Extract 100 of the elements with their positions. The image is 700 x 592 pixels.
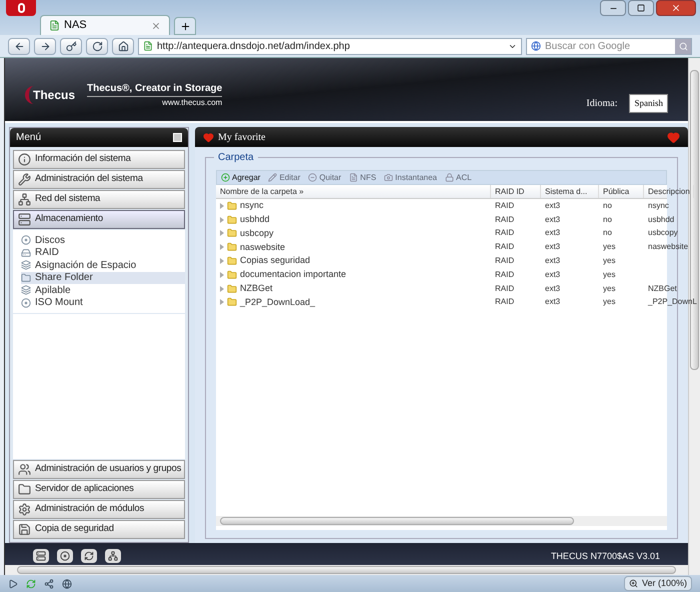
share-icon[interactable] — [44, 578, 54, 588]
browser-logo[interactable] — [6, 0, 36, 16]
maximize-icon — [637, 4, 645, 12]
toolbar-icon — [221, 173, 230, 182]
menu-item-icon — [21, 298, 31, 308]
nav-button[interactable] — [60, 38, 82, 54]
menu-item[interactable]: RAID — [21, 246, 185, 259]
zoom-button[interactable]: Ver (100%) — [624, 576, 692, 592]
search-field[interactable]: Buscar con Google — [526, 38, 692, 54]
table-cell-text: nsync — [240, 199, 264, 212]
close-button[interactable] — [656, 0, 696, 16]
table-cell-text: Copias seguridad — [240, 254, 310, 268]
toolbar-icon — [349, 173, 358, 182]
section-icon — [18, 153, 31, 166]
menu-item-label: Share Folder — [35, 271, 93, 286]
nav-button[interactable] — [34, 38, 56, 54]
dock-glyph-icon — [60, 551, 70, 561]
search-icon — [678, 42, 688, 50]
browser-tab[interactable]: NAS — [40, 15, 170, 35]
column-header[interactable]: RAID ID — [491, 185, 541, 198]
menu-item-icon — [21, 285, 31, 296]
column-header[interactable]: Sistema d... — [541, 185, 599, 198]
dock-icon[interactable] — [81, 549, 97, 563]
new-tab-button[interactable] — [174, 17, 196, 35]
table-cell: ext3 — [545, 227, 560, 240]
toolbar-icon — [308, 173, 318, 182]
table-cell: yes — [603, 241, 616, 254]
globe-icon[interactable] — [62, 578, 72, 588]
menu-item-label: RAID — [35, 246, 59, 260]
menu-item[interactable]: Share Folder — [21, 272, 185, 284]
address-field[interactable]: http://antequera.dnsdojo.net/adm/index.php — [138, 38, 522, 54]
menu-item[interactable]: Discos — [21, 234, 185, 246]
model-version: THECUS N7700$AS V3.01 — [550, 550, 660, 562]
table-cell: ext3 — [545, 241, 560, 254]
table-cell-text: usbhdd — [240, 212, 270, 226]
language-select[interactable]: Spanish — [629, 94, 668, 113]
folder-icon — [227, 256, 237, 266]
menu-section[interactable]: Servidor de aplicaciones — [13, 480, 185, 499]
menu-item-label: Asignación de Espacio — [35, 258, 136, 272]
dock-icon[interactable] — [57, 549, 73, 563]
brand-logo: Thecus — [25, 86, 76, 104]
dock-icon[interactable] — [105, 549, 121, 563]
language-label: Idioma: — [586, 96, 618, 111]
nav-button[interactable] — [86, 38, 108, 54]
table-cell: ext3 — [545, 214, 560, 226]
toolbar-icon — [444, 173, 454, 182]
section-label: Información del sistema — [35, 152, 131, 166]
menu-section[interactable]: Administración del sistema — [13, 170, 185, 189]
close-tab-icon[interactable] — [151, 20, 161, 30]
page-horizontal-scrollbar[interactable] — [5, 565, 688, 575]
table-cell: NZBGet — [648, 282, 677, 295]
menu-title: Menú — [16, 131, 42, 145]
table-cell: RAID — [495, 282, 514, 295]
remove-favorite-icon[interactable] — [667, 130, 680, 144]
menu-section[interactable]: Administración de usuarios y grupos — [13, 460, 185, 479]
folder-icon — [227, 284, 237, 294]
menu-item-icon — [21, 248, 31, 258]
table-cell: yes — [603, 255, 616, 268]
menu-item[interactable]: Asignación de Espacio — [21, 259, 185, 272]
dock-icon[interactable] — [33, 549, 49, 563]
menu-section[interactable]: Red del sistema — [13, 190, 185, 209]
table-cell: RAID — [495, 200, 514, 212]
menu-item-label: ISO Mount — [35, 296, 83, 310]
table-cell: RAID — [495, 227, 514, 240]
section-icon — [18, 173, 31, 186]
table-cell: no — [603, 214, 612, 226]
menu-item[interactable]: ISO Mount — [21, 296, 185, 309]
section-label: Almacenamiento — [35, 212, 103, 226]
menu-section[interactable]: Almacenamiento — [13, 210, 185, 229]
menu-section[interactable]: Información del sistema — [13, 150, 185, 169]
heart-icon — [203, 132, 214, 142]
section-label: Copia de seguridad — [35, 522, 114, 536]
menu-section[interactable]: Copia de seguridad — [13, 520, 185, 539]
section-label: Administración de usuarios y grupos — [35, 462, 182, 476]
table-cell: ext3 — [545, 200, 560, 212]
table-cell: yes — [603, 268, 616, 281]
section-label: Red del sistema — [35, 192, 100, 206]
globe-icon[interactable] — [531, 41, 541, 51]
horizontal-scrollbar[interactable] — [216, 516, 667, 526]
toolbar-button[interactable]: Agregar — [221, 172, 260, 184]
menu-item-icon — [21, 272, 31, 283]
section-icon — [18, 463, 31, 476]
panel-toggle-icon[interactable] — [8, 578, 18, 588]
nav-button[interactable] — [8, 38, 30, 54]
folder-icon — [227, 214, 237, 225]
nav-button[interactable] — [112, 38, 134, 54]
close-icon — [671, 3, 681, 13]
menu-item[interactable]: Apilable — [21, 284, 185, 296]
folder-icon — [227, 297, 237, 308]
search-button[interactable] — [675, 38, 691, 54]
folder-icon — [227, 228, 237, 238]
folder-icon — [227, 270, 237, 280]
maximize-button[interactable] — [628, 0, 654, 16]
table-cell-text: NZBGet — [240, 282, 273, 295]
menu-section[interactable]: Administración de módulos — [13, 500, 185, 519]
tagline: Thecus®, Creator in Storage — [87, 81, 222, 97]
column-header[interactable]: Nombre de la carpeta » — [216, 185, 491, 198]
column-header[interactable]: Pública — [599, 185, 644, 198]
table-cell: no — [603, 227, 612, 240]
table-cell: RAID — [495, 296, 514, 308]
